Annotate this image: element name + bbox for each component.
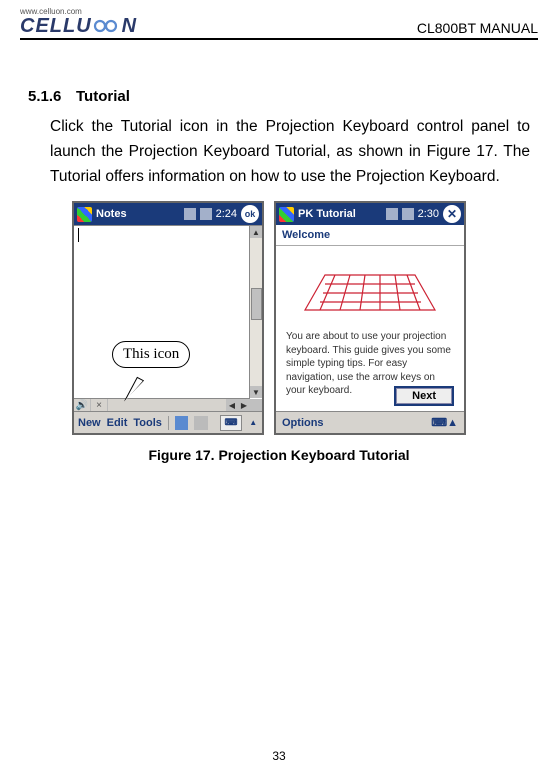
scroll-thumb[interactable] [251,288,262,320]
tutorial-menubar: Options ⌨ ▲ [276,411,464,433]
projection-keyboard-illustration [286,254,454,326]
draw-tool-icon[interactable] [175,416,188,430]
menu-edit[interactable]: Edit [107,417,128,429]
scroll-up-icon[interactable]: ▲ [250,226,262,238]
page-header: www.celluon.com CELLU N CL800BT MANUAL [20,8,538,40]
figure-row: Notes 2:24 ok ▲ ▼ [72,201,530,435]
tutorial-app-screenshot: PK Tutorial 2:30 ✕ Welcome [274,201,466,435]
logo-text-pre: CELLU [20,16,92,36]
close-button[interactable]: ✕ [443,205,461,223]
scroll-down-icon[interactable]: ▼ [250,386,262,398]
start-icon[interactable] [279,207,294,222]
pen-tool-icon[interactable] [194,416,207,430]
input-selector-icon[interactable]: ▲ [447,417,458,429]
tutorial-app-title: PK Tutorial [298,208,356,220]
figure-caption: Figure 17. Projection Keyboard Tutorial [28,447,530,463]
options-menu[interactable]: Options [282,417,324,429]
clock-time: 2:30 [418,208,439,220]
notes-app-screenshot: Notes 2:24 ok ▲ ▼ [72,201,264,435]
welcome-heading: Welcome [276,225,464,246]
keyboard-icon[interactable]: ⌨ [431,416,447,429]
connectivity-icon[interactable] [386,208,398,220]
clock-time: 2:24 [216,208,237,220]
menu-new[interactable]: New [78,417,101,429]
next-button[interactable]: Next [394,386,454,406]
logo-text-post: N [122,16,137,36]
notes-menubar: New Edit Tools ⌨ ▲ [74,411,262,433]
volume-icon[interactable] [402,208,414,220]
connectivity-icon[interactable] [184,208,196,220]
ok-button[interactable]: ok [241,205,259,223]
section-title: Tutorial [76,88,130,105]
page-number: 33 [0,749,558,763]
callout-bubble: This icon [112,341,190,368]
volume-icon[interactable] [200,208,212,220]
notes-canvas[interactable] [74,226,250,398]
brand-logo: www.celluon.com CELLU N [20,8,137,36]
section-paragraph: Click the Tutorial icon in the Projectio… [50,115,530,189]
section-number: 5.1.6 [28,88,76,105]
keyboard-icon[interactable]: ⌨ [220,415,243,431]
horizontal-toolbar: 🔊 × ◀ ▶ [74,398,250,412]
text-caret [78,228,79,242]
menu-tools[interactable]: Tools [133,417,162,429]
section-heading: 5.1.6Tutorial [28,88,530,105]
input-selector-icon[interactable]: ▲ [248,418,258,427]
notes-app-title: Notes [96,208,127,220]
logo-rings-icon [93,19,121,33]
notes-body: ▲ ▼ 🔊 × ◀ ▶ [74,225,262,412]
tutorial-titlebar: PK Tutorial 2:30 ✕ [276,203,464,225]
tutorial-body: You are about to use your projection key… [276,246,464,412]
notes-titlebar: Notes 2:24 ok [74,203,262,225]
vertical-scrollbar[interactable]: ▲ ▼ [249,226,262,398]
manual-title: CL800BT MANUAL [417,20,538,36]
start-icon[interactable] [77,207,92,222]
